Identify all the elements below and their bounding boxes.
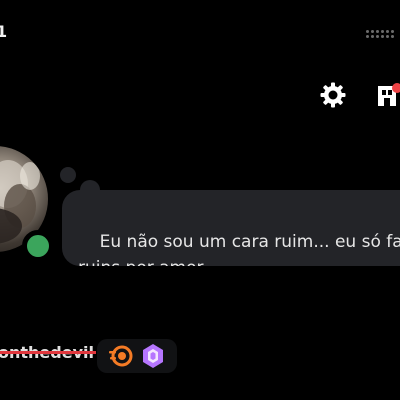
online-status-indicator (22, 230, 54, 262)
gear-icon[interactable] (320, 82, 346, 108)
shop-icon[interactable] (376, 82, 400, 108)
signal-dots-icon (366, 30, 394, 38)
custom-status-bubble[interactable]: Eu não sou um cara ruim... eu só faço co… (62, 190, 400, 266)
status-thought-dot-small (60, 167, 76, 183)
profile-screen: 1 Eu não sou um cara ruim... eu só faço … (0, 0, 400, 400)
username-strikethrough (0, 351, 96, 354)
nitro-badge-icon[interactable] (141, 343, 165, 369)
quest-badge-icon[interactable] (109, 345, 133, 367)
status-bar-time: 1 (0, 22, 8, 41)
custom-status-text: Eu não sou um cara ruim... eu só faço co… (78, 232, 400, 266)
